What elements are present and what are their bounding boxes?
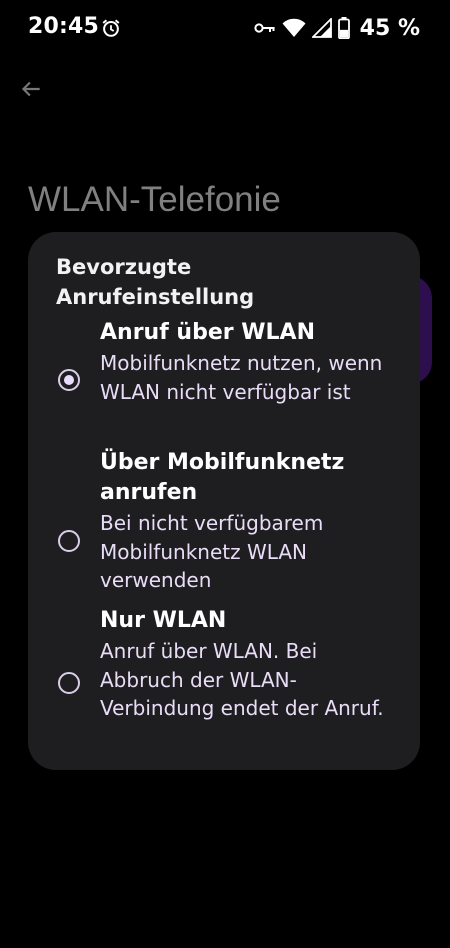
back-arrow-icon[interactable] xyxy=(18,76,44,102)
battery-icon xyxy=(337,17,350,39)
option-mobile-preferred[interactable]: Über Mobilfunknetz anrufen Bei nicht ver… xyxy=(28,448,420,598)
option-description: Bei nicht verfügbarem Mobilfunknetz WLAN… xyxy=(100,511,324,592)
radio-button[interactable] xyxy=(58,530,80,552)
battery-percent: 45 % xyxy=(359,15,420,41)
signal-icon xyxy=(311,18,332,38)
page-title: WLAN-Telefonie xyxy=(28,180,281,219)
option-text: Anruf über WLAN Mobilfunknetz nutzen, we… xyxy=(100,318,400,406)
option-wifi-only[interactable]: Nur WLAN Anruf über WLAN. Bei Abbruch de… xyxy=(28,606,420,756)
option-description: Mobilfunknetz nutzen, wenn WLAN nicht ve… xyxy=(100,351,383,404)
status-bar: 20:45 45 % xyxy=(0,0,450,56)
status-time: 20:45 xyxy=(28,14,100,39)
dialog-title: Bevorzugte Anrufeinstellung xyxy=(56,255,255,309)
option-text: Nur WLAN Anruf über WLAN. Bei Abbruch de… xyxy=(100,606,400,723)
option-description: Anruf über WLAN. Bei Abbruch der WLAN-Ve… xyxy=(100,639,384,720)
option-label: Anruf über WLAN xyxy=(100,320,315,345)
option-text: Über Mobilfunknetz anrufen Bei nicht ver… xyxy=(100,448,400,595)
vpn-key-icon xyxy=(254,23,275,33)
preferred-call-setting-dialog: Bevorzugte Anrufeinstellung Anruf über W… xyxy=(28,232,420,770)
radio-button[interactable] xyxy=(58,672,80,694)
radio-button-selected[interactable] xyxy=(58,369,80,391)
alarm-icon xyxy=(102,19,120,37)
option-wifi-preferred[interactable]: Anruf über WLAN Mobilfunknetz nutzen, we… xyxy=(28,318,420,442)
option-label: Nur WLAN xyxy=(100,608,227,633)
option-label: Über Mobilfunknetz anrufen xyxy=(100,450,345,505)
status-icons: 45 % xyxy=(254,14,420,42)
wifi-icon xyxy=(282,18,306,37)
